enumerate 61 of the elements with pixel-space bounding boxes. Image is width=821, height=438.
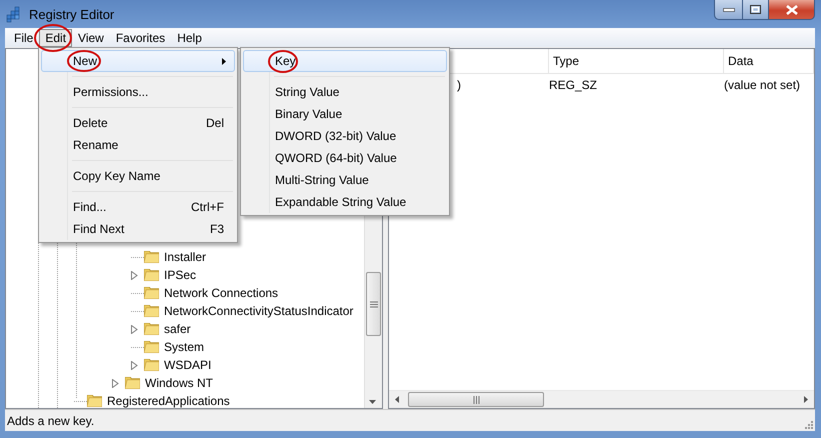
column-header[interactable]: Data [728, 54, 754, 68]
expand-arrow-icon[interactable] [112, 378, 119, 388]
tree-item[interactable]: IPSec [164, 268, 196, 282]
scroll-left-icon[interactable] [395, 396, 399, 403]
folder-icon [144, 269, 159, 281]
menu-item[interactable]: Find Next F3 [41, 218, 235, 240]
table-cell-text: REG_SZ [549, 78, 598, 92]
expand-arrow-icon[interactable] [131, 324, 138, 334]
folder-icon [144, 251, 159, 263]
menu-bar-item[interactable]: Edit [39, 28, 72, 46]
folder-icon [144, 287, 159, 299]
folder-icon [144, 341, 159, 353]
tree-item[interactable]: Installer [164, 250, 206, 264]
scrollbar-thumb[interactable] [408, 392, 544, 407]
folder-icon [144, 323, 159, 335]
expand-arrow-icon[interactable] [131, 270, 138, 280]
menu-bar-item[interactable]: View [72, 28, 110, 46]
tree-item[interactable]: System [164, 340, 204, 354]
minimize-icon [722, 8, 734, 12]
menu-item[interactable]: Permissions... [41, 81, 235, 103]
menu-item[interactable]: Copy Key Name [41, 165, 235, 187]
maximize-icon [750, 5, 761, 14]
close-button[interactable] [769, 0, 815, 20]
menu-item[interactable]: DWORD (32-bit) Value [243, 125, 447, 147]
menu-item[interactable]: Multi-String Value [243, 169, 447, 191]
tree-item[interactable]: RegisteredApplications [107, 394, 230, 408]
folder-icon [87, 395, 102, 407]
expand-arrow-icon[interactable] [131, 360, 138, 370]
menu-item[interactable]: Expandable String Value [243, 191, 447, 213]
menu-item[interactable]: Binary Value [243, 103, 447, 125]
menu-item[interactable]: QWORD (64-bit) Value [243, 147, 447, 169]
menu-item[interactable]: String Value [243, 81, 447, 103]
menu-item[interactable]: New [41, 50, 235, 72]
table-cell-text: (value not set) [724, 78, 802, 92]
tree-item[interactable]: NetworkConnectivityStatusIndicator [164, 304, 354, 318]
menu-bar-item[interactable]: Help [171, 28, 208, 46]
status-text: Adds a new key. [7, 414, 94, 428]
tree-item[interactable]: Network Connections [164, 286, 278, 300]
menu-bar-item[interactable]: Favorites [110, 28, 172, 46]
menu-item[interactable]: Find... Ctrl+F [41, 196, 235, 218]
scroll-right-icon[interactable] [804, 396, 808, 403]
scrollbar-thumb[interactable] [366, 272, 381, 336]
tree-item[interactable]: Windows NT [145, 376, 214, 390]
menu-item[interactable]: Delete Del [41, 112, 235, 134]
resize-grip-icon[interactable] [803, 419, 813, 429]
scroll-down-icon[interactable] [369, 400, 376, 404]
tree-item[interactable]: WSDAPI [164, 358, 212, 372]
menu-bar-item[interactable]: File [8, 28, 40, 46]
folder-icon [125, 377, 140, 389]
column-header[interactable]: Type [553, 54, 580, 68]
folder-icon [144, 359, 159, 371]
minimize-button[interactable] [714, 0, 743, 20]
submenu-arrow-icon [222, 58, 226, 65]
tree-item[interactable]: safer [164, 322, 191, 336]
maximize-button[interactable] [743, 0, 769, 20]
menu-item[interactable]: Rename [41, 134, 235, 156]
menu-item[interactable]: Key [243, 50, 447, 72]
folder-icon [144, 305, 159, 317]
window-title: Registry Editor [29, 6, 114, 22]
close-icon [786, 4, 798, 14]
table-cell-text: ) [457, 78, 462, 92]
